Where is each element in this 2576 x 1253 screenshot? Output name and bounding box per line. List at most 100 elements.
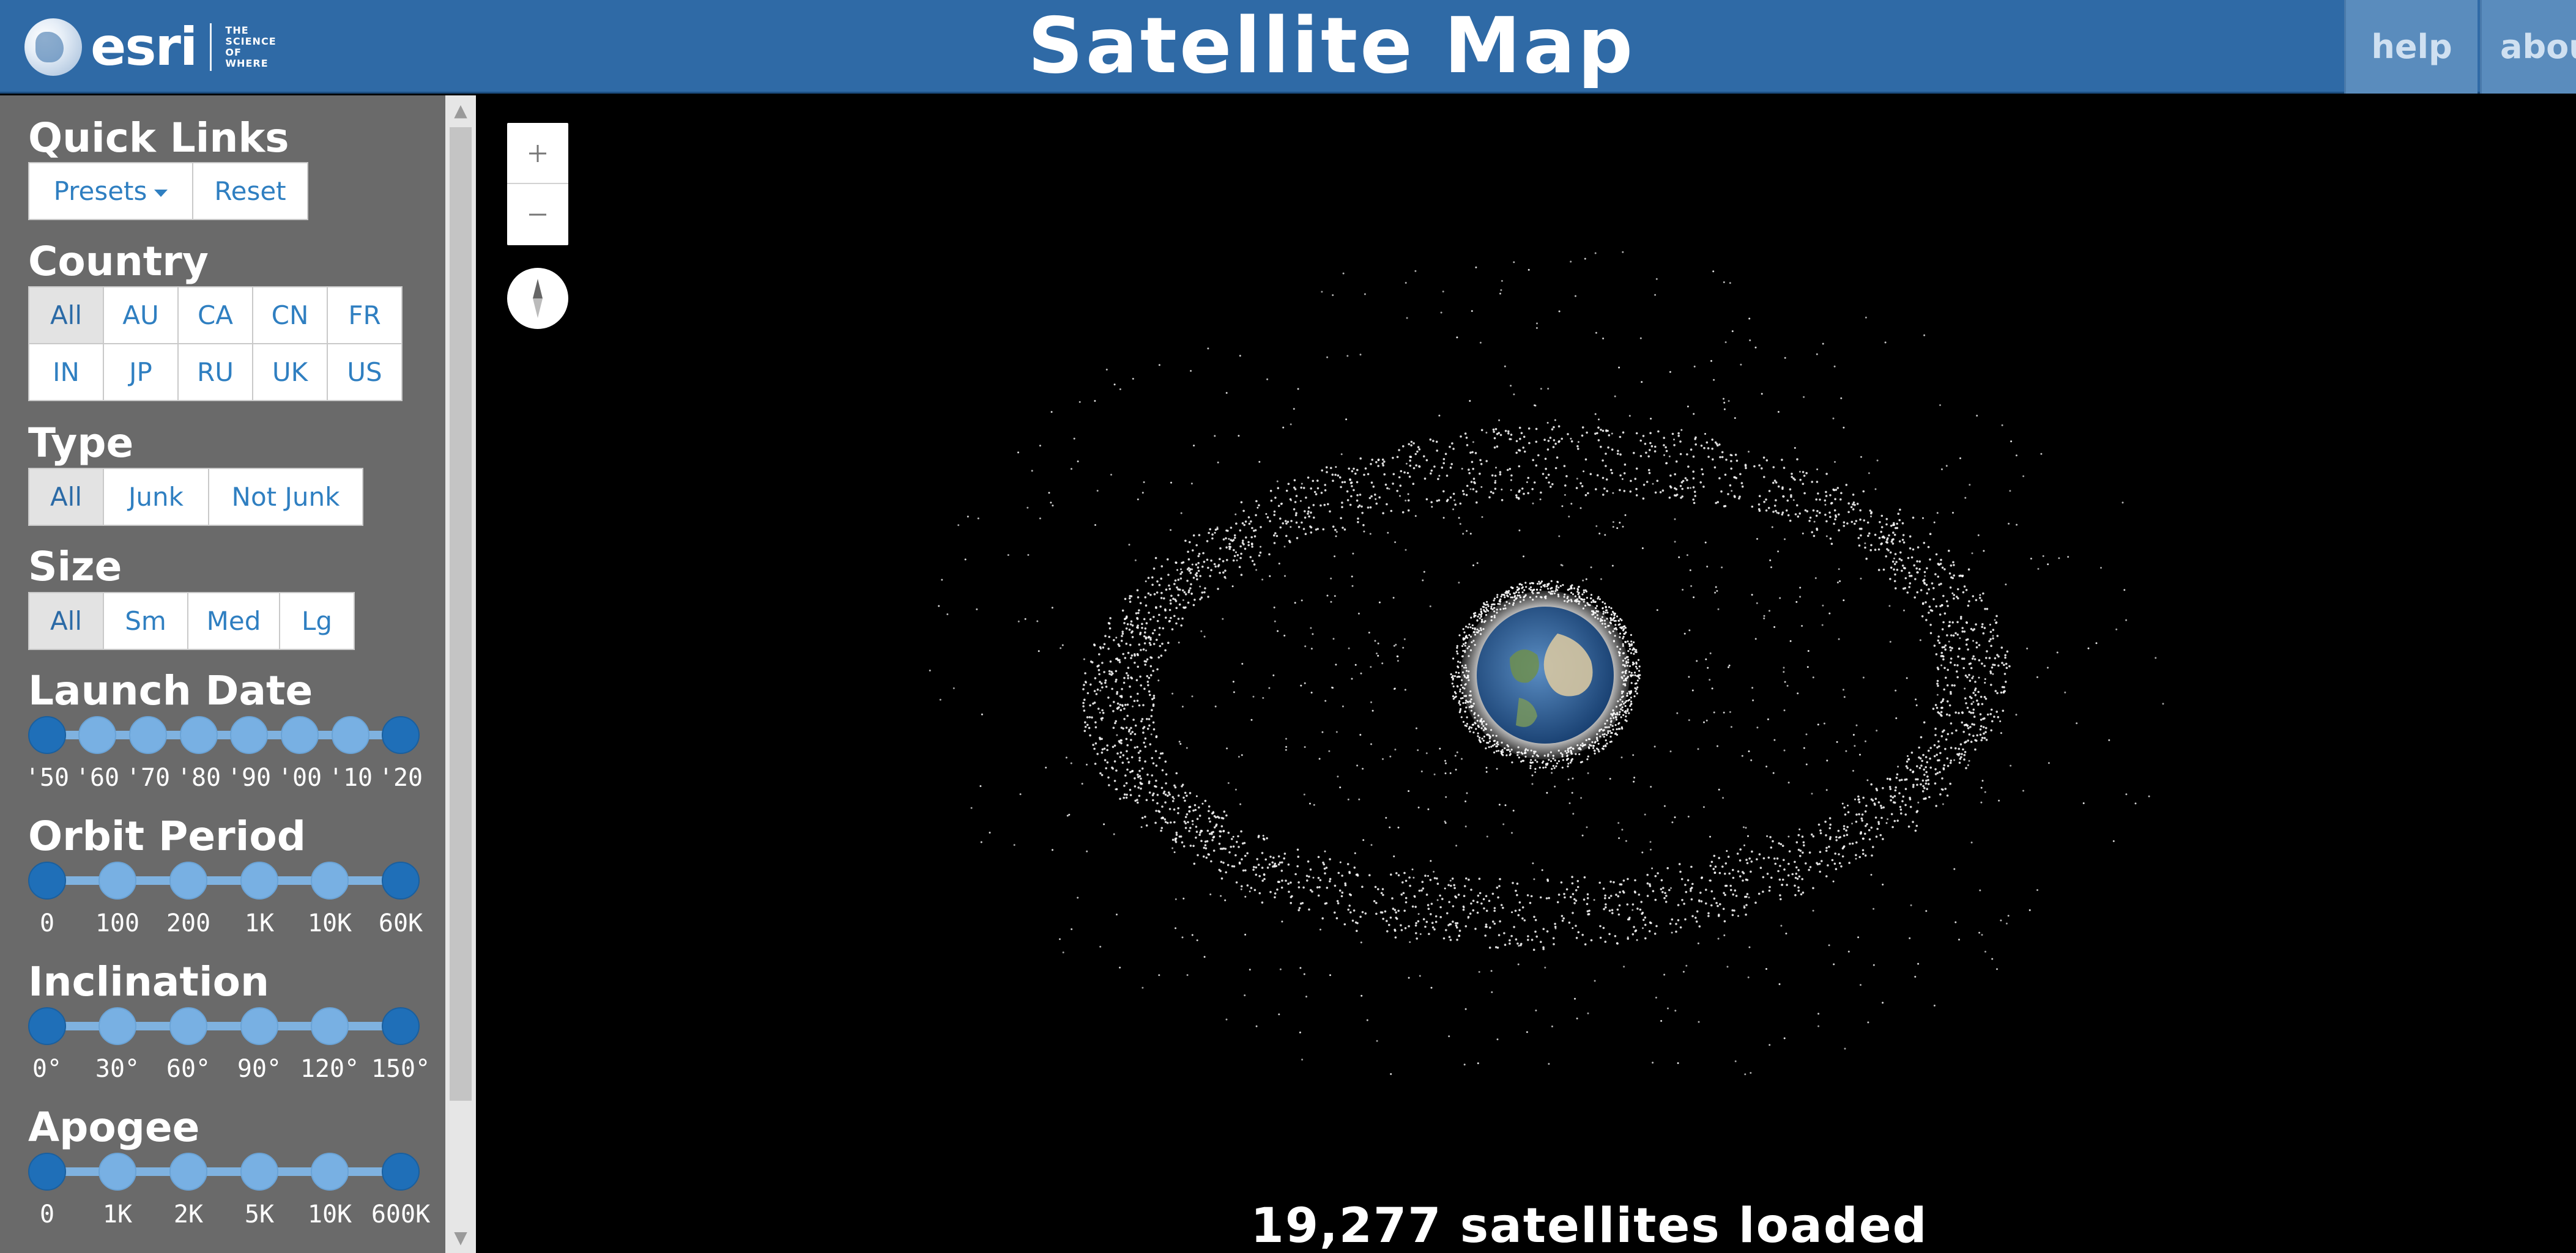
- country-option-au[interactable]: AU: [103, 286, 179, 344]
- sidebar-scrollbar[interactable]: ▲ ▼: [445, 95, 476, 1253]
- range-end-handle[interactable]: [382, 1007, 420, 1045]
- tick-label: '20: [378, 764, 423, 792]
- caret-down-icon: [154, 189, 168, 197]
- tick-label: 60°: [166, 1055, 211, 1083]
- inclination-slider[interactable]: [28, 1007, 420, 1045]
- logo-tagline-line: THE: [225, 24, 249, 36]
- launch-date-ticks: '50 '60 '70 '80 '90 '00 '10 '20: [25, 763, 423, 793]
- page-title: Satellite Map: [1028, 1, 1636, 91]
- earth-globe: [1477, 607, 1614, 744]
- slider-step: [169, 1007, 207, 1045]
- logo-tagline: THE SCIENCE OF WHERE: [225, 25, 276, 69]
- size-option-med[interactable]: Med: [187, 592, 280, 650]
- help-link[interactable]: help: [2344, 0, 2478, 94]
- esri-logo[interactable]: esri THE SCIENCE OF WHERE: [24, 17, 277, 77]
- country-option-all[interactable]: All: [28, 286, 104, 344]
- apogee-slider[interactable]: [28, 1153, 420, 1191]
- country-option-us[interactable]: US: [327, 343, 403, 401]
- size-option-all[interactable]: All: [28, 592, 104, 650]
- presets-label: Presets: [53, 176, 147, 206]
- app-header: esri THE SCIENCE OF WHERE Satellite Map …: [0, 0, 2576, 94]
- zoom-in-button[interactable]: [507, 123, 568, 184]
- country-filter-group: All AU CA CN FR IN JP RU UK US: [28, 286, 407, 401]
- slider-step: [180, 716, 218, 754]
- tick-label: 10K: [307, 1200, 352, 1229]
- slider-step: [240, 862, 278, 900]
- type-option-junk[interactable]: Junk: [103, 468, 209, 526]
- logo-divider: [210, 23, 212, 71]
- country-option-uk[interactable]: UK: [252, 343, 328, 401]
- zoom-control: [507, 123, 568, 245]
- type-option-not-junk[interactable]: Not Junk: [208, 468, 363, 526]
- tick-label: 10K: [307, 909, 352, 937]
- slider-step: [311, 862, 349, 900]
- tick-label: 5K: [244, 1200, 275, 1229]
- country-option-ru[interactable]: RU: [177, 343, 253, 401]
- minus-icon: [529, 213, 546, 216]
- country-option-fr[interactable]: FR: [327, 286, 403, 344]
- country-option-in[interactable]: IN: [28, 343, 104, 401]
- range-end-handle[interactable]: [382, 716, 420, 754]
- orbit-period-ticks: 0 100 200 1K 10K 60K: [28, 908, 423, 939]
- slider-step: [98, 1007, 136, 1045]
- slider-step: [240, 1007, 278, 1045]
- country-option-ca[interactable]: CA: [177, 286, 253, 344]
- range-start-handle[interactable]: [28, 1007, 66, 1045]
- tick-label: 60K: [378, 909, 423, 937]
- tick-label: 200: [166, 909, 211, 937]
- slider-step: [129, 716, 167, 754]
- country-title: Country: [28, 238, 209, 285]
- logo-tagline-line: OF: [225, 46, 242, 58]
- logo-text: esri: [91, 17, 198, 78]
- inclination-ticks: 0° 30° 60° 90° 120° 150°: [28, 1054, 430, 1084]
- slider-step: [169, 862, 207, 900]
- size-option-sm[interactable]: Sm: [103, 592, 188, 650]
- range-end-handle[interactable]: [382, 1153, 420, 1191]
- logo-tagline-line: WHERE: [225, 57, 269, 69]
- zoom-out-button[interactable]: [507, 184, 568, 245]
- slider-step: [240, 1153, 278, 1191]
- compass-button[interactable]: [507, 268, 568, 329]
- apogee-title: Apogee: [28, 1104, 200, 1151]
- tick-label: 0: [39, 1200, 55, 1229]
- slider-step: [78, 716, 116, 754]
- range-start-handle[interactable]: [28, 862, 66, 900]
- reset-button[interactable]: Reset: [192, 162, 308, 220]
- satellite-scene: [929, 251, 2164, 1076]
- presets-dropdown[interactable]: Presets: [28, 162, 193, 220]
- country-option-jp[interactable]: JP: [103, 343, 179, 401]
- launch-date-slider[interactable]: [28, 716, 420, 754]
- filter-sidebar: Quick Links Presets Reset Country All AU…: [0, 95, 445, 1253]
- scroll-up-arrow-icon[interactable]: ▲: [445, 95, 476, 126]
- slider-step: [311, 1007, 349, 1045]
- slider-step: [98, 1153, 136, 1191]
- about-link[interactable]: about: [2480, 0, 2576, 94]
- range-start-handle[interactable]: [28, 716, 66, 754]
- type-title: Type: [28, 420, 134, 467]
- tick-label: 0°: [32, 1055, 62, 1083]
- slider-step: [98, 862, 136, 900]
- orbit-period-title: Orbit Period: [28, 813, 306, 860]
- launch-date-title: Launch Date: [28, 667, 313, 714]
- type-option-all[interactable]: All: [28, 468, 104, 526]
- scrollbar-thumb[interactable]: [450, 127, 472, 1101]
- slider-step: [332, 716, 369, 754]
- slider-step: [311, 1153, 349, 1191]
- type-filter-group: All Junk Not Junk: [28, 468, 363, 526]
- orbit-period-slider[interactable]: [28, 862, 420, 900]
- range-end-handle[interactable]: [382, 862, 420, 900]
- size-option-lg[interactable]: Lg: [279, 592, 355, 650]
- plus-icon: [529, 145, 546, 162]
- tick-label: 90°: [237, 1055, 282, 1083]
- range-start-handle[interactable]: [28, 1153, 66, 1191]
- tick-label: 2K: [173, 1200, 204, 1229]
- globe-map-view[interactable]: 19,277 satellites loaded: [476, 95, 2576, 1253]
- country-option-cn[interactable]: CN: [252, 286, 328, 344]
- scroll-down-arrow-icon[interactable]: ▼: [445, 1222, 476, 1253]
- logo-tagline-line: SCIENCE: [225, 35, 277, 47]
- tick-label: 600K: [371, 1200, 431, 1229]
- tick-label: 1K: [102, 1200, 133, 1229]
- globe-icon: [24, 18, 82, 76]
- slider-step: [281, 716, 319, 754]
- satellite-count-status: 19,277 satellites loaded: [1250, 1199, 1928, 1253]
